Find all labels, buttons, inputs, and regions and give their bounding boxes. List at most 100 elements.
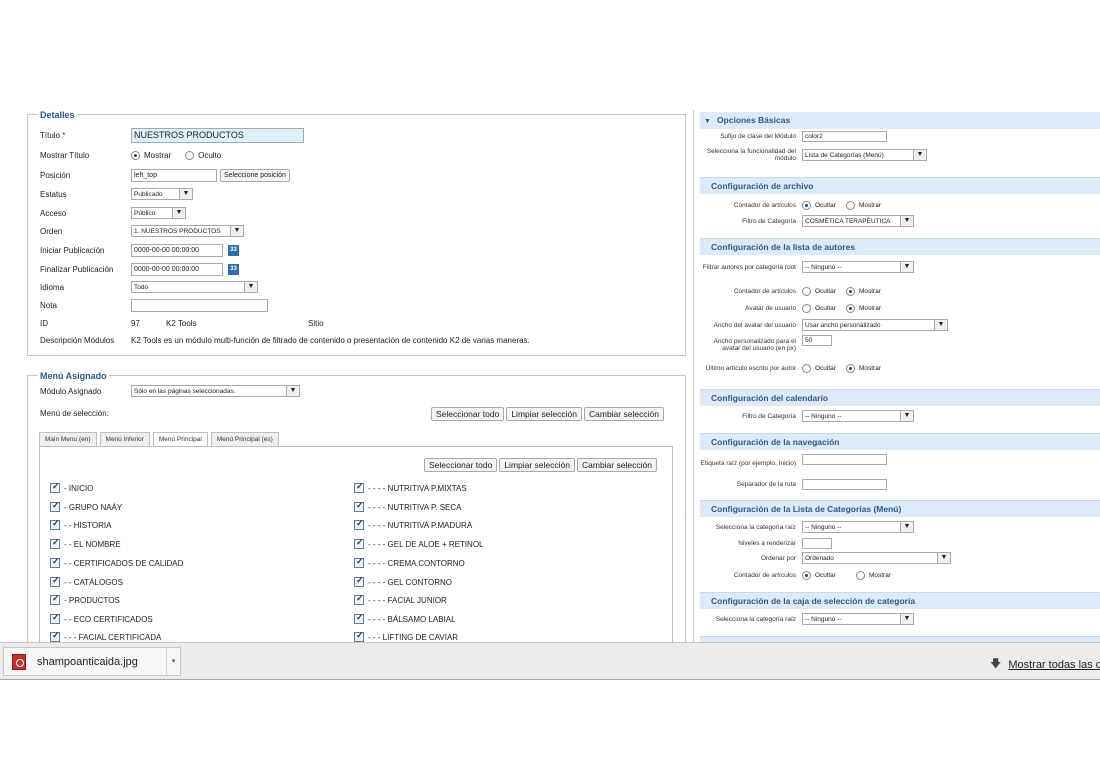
mostrar-radio[interactable]: Mostrar [131, 150, 171, 160]
idioma-row: Idioma Todo ▼ [40, 280, 258, 294]
menu-item-checkbox[interactable]: - - - - GEL CONTORNO [354, 575, 452, 588]
posicion-row: Posición left_top Seleccione posición [40, 168, 290, 182]
menu-selection-buttons: Seleccionar todo Limpiar selección Cambi… [431, 407, 664, 421]
caja-categoria-raiz-select[interactable]: -- Ninguno -- ▼ [802, 613, 914, 625]
idioma-select[interactable]: Todo ▼ [131, 281, 258, 293]
posicion-input[interactable]: left_top [131, 168, 217, 182]
estatus-select[interactable]: Publicado ▼ [131, 188, 193, 200]
mostrar-radio[interactable]: Mostrar [845, 303, 881, 313]
ocultar-radio[interactable]: Ocultar [802, 363, 836, 373]
filtro-categoria-label: Filtro de Categoría [742, 412, 796, 420]
finalizar-input[interactable]: 0000-00-00 00:00:00 [131, 262, 223, 276]
ocultar-radio[interactable]: Ocultar [802, 570, 836, 580]
seleccione-posicion-button[interactable]: Seleccione posición [220, 168, 290, 182]
acceso-select[interactable]: Público ▼ [131, 207, 186, 219]
ancho-avatar-label: Ancho del avatar del usuario [713, 321, 796, 329]
menu-item-checkbox[interactable]: - - - - CREMA CONTORNO [354, 556, 465, 569]
ocultar-radio[interactable]: Ocultar [802, 200, 836, 210]
mostrar-radio[interactable]: Mostrar [855, 570, 891, 580]
clear-selection-button[interactable]: Limpiar selección [506, 407, 582, 421]
checkbox-checked-icon [50, 481, 60, 493]
menu-item-checkbox[interactable]: - PRODUCTOS [50, 593, 120, 606]
niveles-input[interactable] [802, 537, 832, 549]
filtro-categoria-row: Filtro de Categoría COSMÉTICA TERAPÉUTIC… [700, 214, 1100, 228]
menu-item-checkbox[interactable]: - - - - NUTRITIVA P.MIXTAS [354, 481, 467, 494]
menu-item-checkbox[interactable]: - - EL NOMBRE [50, 537, 121, 550]
details-legend: Detalles [38, 110, 77, 120]
menu-item-checkbox[interactable]: - - - - FACIAL JUNIOR [354, 593, 447, 606]
oculto-radio[interactable]: Oculto [185, 150, 221, 160]
ordenar-select[interactable]: Ordenado ▼ [802, 552, 951, 564]
menu-item-checkbox[interactable]: - - ECO CERTIFICADOS [50, 612, 153, 625]
categoria-raiz-select[interactable]: -- Ninguno -- ▼ [802, 521, 914, 533]
checkbox-checked-icon [50, 612, 60, 624]
menu-item-checkbox[interactable]: - - CATÁLOGOS [50, 575, 123, 588]
menu-item-checkbox[interactable]: - - - - NUTRITIVA P.MADURA [354, 518, 472, 531]
ancho-avatar-select[interactable]: Usar ancho personalizado ▼ [802, 319, 948, 331]
filtro-categoria-select[interactable]: COSMÉTICA TERAPÉUTICA ▼ [802, 215, 914, 227]
chevron-down-icon: ▼ [900, 522, 913, 532]
clear-selection-button[interactable]: Limpiar selección [499, 458, 575, 472]
select-all-button[interactable]: Seleccionar todo [424, 458, 498, 472]
radio-icon [845, 200, 855, 210]
menu-item-checkbox[interactable]: - - CERTIFICADOS DE CALIDAD [50, 556, 183, 569]
checkbox-checked-icon [354, 518, 364, 530]
mostrar-radio[interactable]: Mostrar [845, 200, 881, 210]
modulo-asignado-label: Módulo Asignado [40, 386, 102, 396]
modulo-asignado-select[interactable]: Sólo en las páginas seleccionadas. ▼ [131, 385, 300, 397]
toggle-selection-button[interactable]: Cambiar selección [584, 407, 664, 421]
calendar-icon[interactable]: 33 [228, 263, 239, 275]
sufijo-label: Sufijo de clase del Módulo [720, 132, 796, 140]
mostrar-radio[interactable]: Mostrar [845, 286, 881, 296]
radio-selected-icon [845, 363, 855, 373]
ocultar-radio[interactable]: Ocultar [802, 303, 836, 313]
ancho-personalizado-row: Ancho personalizado para el avatar del u… [700, 335, 1100, 355]
checkbox-checked-icon [354, 630, 364, 642]
chevron-down-icon[interactable]: ▾ [166, 648, 180, 675]
ordenar-row: Ordenar por Ordenado ▼ [700, 551, 1100, 565]
menu-item-checkbox[interactable]: - INICIO [50, 481, 93, 494]
calendario-header[interactable]: Configuración del calendario [700, 389, 1100, 406]
menu-item-checkbox[interactable]: - - - - GEL DE ALOE + RETINOL [354, 537, 484, 550]
show-all-downloads-link[interactable]: 🡇 Mostrar todas las de [990, 655, 1100, 674]
menu-item-checkbox[interactable]: - - - - BÁLSAMO LABIAL [354, 612, 456, 625]
sufijo-input[interactable]: color2 [802, 130, 887, 142]
opciones-basicas-header[interactable]: ▼ Opciones Básicas [700, 112, 1100, 129]
calendario-filtro-select[interactable]: -- Ninguno -- ▼ [802, 410, 914, 422]
select-all-button[interactable]: Seleccionar todo [431, 407, 505, 421]
menu-item-checkbox[interactable]: - - - FACIAL CERTIFICADA [50, 630, 161, 642]
menu-item-checkbox[interactable]: - - - - NUTRITIVA P. SECA [354, 500, 462, 513]
lista-categorias-header[interactable]: Configuración de la Lista de Categorías … [700, 500, 1100, 517]
ocultar-radio[interactable]: Ocultar [802, 286, 836, 296]
tab-menu-principal-es[interactable]: Menú Principal (es) [210, 432, 279, 446]
titulo-input[interactable]: NUESTROS PRODUCTOS [131, 127, 304, 143]
separador-input[interactable] [802, 478, 887, 490]
tab-menu-principal[interactable]: Menú Principal [152, 432, 208, 446]
menu-item-checkbox[interactable]: - - HISTORIA [50, 518, 111, 531]
download-item[interactable]: shampoanticaida.jpg ▾ [3, 647, 181, 676]
etiqueta-raiz-input[interactable] [802, 454, 887, 465]
toggle-selection-button[interactable]: Cambiar selección [577, 458, 657, 472]
radio-icon [802, 303, 811, 313]
left-panel: Detalles Título * NUESTROS PRODUCTOS Mos… [27, 110, 687, 642]
menu-item-checkbox[interactable]: - GRUPO NAÁY [50, 500, 122, 513]
autores-header[interactable]: Configuración de la lista de autores [700, 238, 1100, 255]
nota-input[interactable] [131, 298, 268, 312]
tab-menu-inferior[interactable]: Menú Inferior [99, 432, 150, 446]
menu-item-checkbox[interactable]: - - - LIFTING DE CAVIAR [354, 630, 458, 642]
orden-select[interactable]: 1. NUESTROS PRODUCTOS ▼ [131, 225, 244, 237]
funcionalidad-select[interactable]: Lista de Categorías (Menú) ▼ [802, 149, 927, 161]
module-editor: Detalles Título * NUESTROS PRODUCTOS Mos… [0, 110, 1100, 680]
checkbox-checked-icon [354, 575, 364, 587]
contador-label: Contador de artículos [733, 201, 796, 209]
mostrar-radio[interactable]: Mostrar [845, 363, 881, 373]
caja-seleccion-header[interactable]: Configuración de la caja de selección de… [700, 592, 1100, 609]
navegacion-header[interactable]: Configuración de la navegación [700, 433, 1100, 450]
nota-row: Nota [40, 298, 268, 312]
iniciar-input[interactable]: 0000-00-00 00:00:00 [131, 243, 223, 257]
filtrar-autores-select[interactable]: -- Ninguno -- ▼ [802, 261, 914, 273]
ancho-personalizado-input[interactable]: 50 [802, 335, 832, 346]
archivo-header[interactable]: Configuración de archivo [700, 177, 1100, 194]
tab-main-menu-en[interactable]: Main Menu (en) [39, 432, 97, 446]
calendar-icon[interactable]: 33 [228, 244, 239, 256]
